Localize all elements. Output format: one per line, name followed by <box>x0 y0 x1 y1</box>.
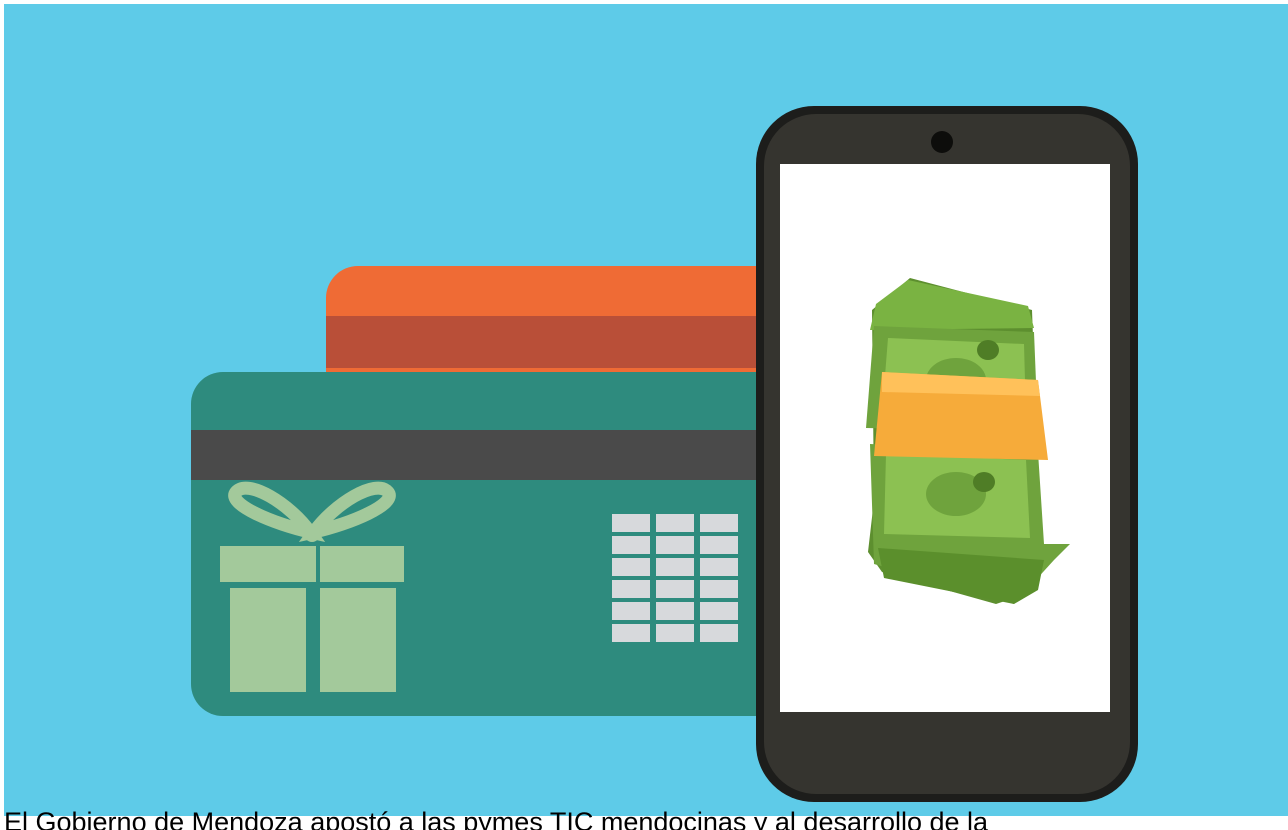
money-lower-dot <box>973 472 995 492</box>
keypad-key <box>700 624 738 642</box>
keypad-key <box>612 536 650 554</box>
keypad-key <box>700 514 738 532</box>
card-back-stripe <box>326 316 806 368</box>
illustration-svg <box>4 4 1288 816</box>
keypad-key <box>656 624 694 642</box>
keypad-key <box>700 558 738 576</box>
caption: El Gobierno de Mendoza apostó a las pyme… <box>4 807 989 830</box>
keypad-key <box>656 536 694 554</box>
keypad-key <box>656 514 694 532</box>
phone-camera <box>931 131 953 153</box>
gift-knot <box>304 526 320 542</box>
keypad-key <box>700 602 738 620</box>
page: El Gobierno de Mendoza apostó a las pyme… <box>0 0 1288 830</box>
keypad-key <box>612 514 650 532</box>
gift-box-left <box>230 588 306 692</box>
keypad-key <box>656 580 694 598</box>
keypad-key <box>612 602 650 620</box>
keypad-key <box>700 580 738 598</box>
money-upper-dot <box>977 340 999 360</box>
keypad-key <box>656 558 694 576</box>
card-front-stripe <box>191 430 791 480</box>
keypad-key <box>700 536 738 554</box>
gift-box-right <box>320 588 396 692</box>
gift-lid-right <box>320 546 404 582</box>
keypad-key <box>612 624 650 642</box>
keypad-key <box>612 580 650 598</box>
gift-card-icon <box>191 372 791 716</box>
hero-illustration <box>4 4 1288 816</box>
gift-lid-left <box>220 546 316 582</box>
keypad-key <box>656 602 694 620</box>
keypad-key <box>612 558 650 576</box>
